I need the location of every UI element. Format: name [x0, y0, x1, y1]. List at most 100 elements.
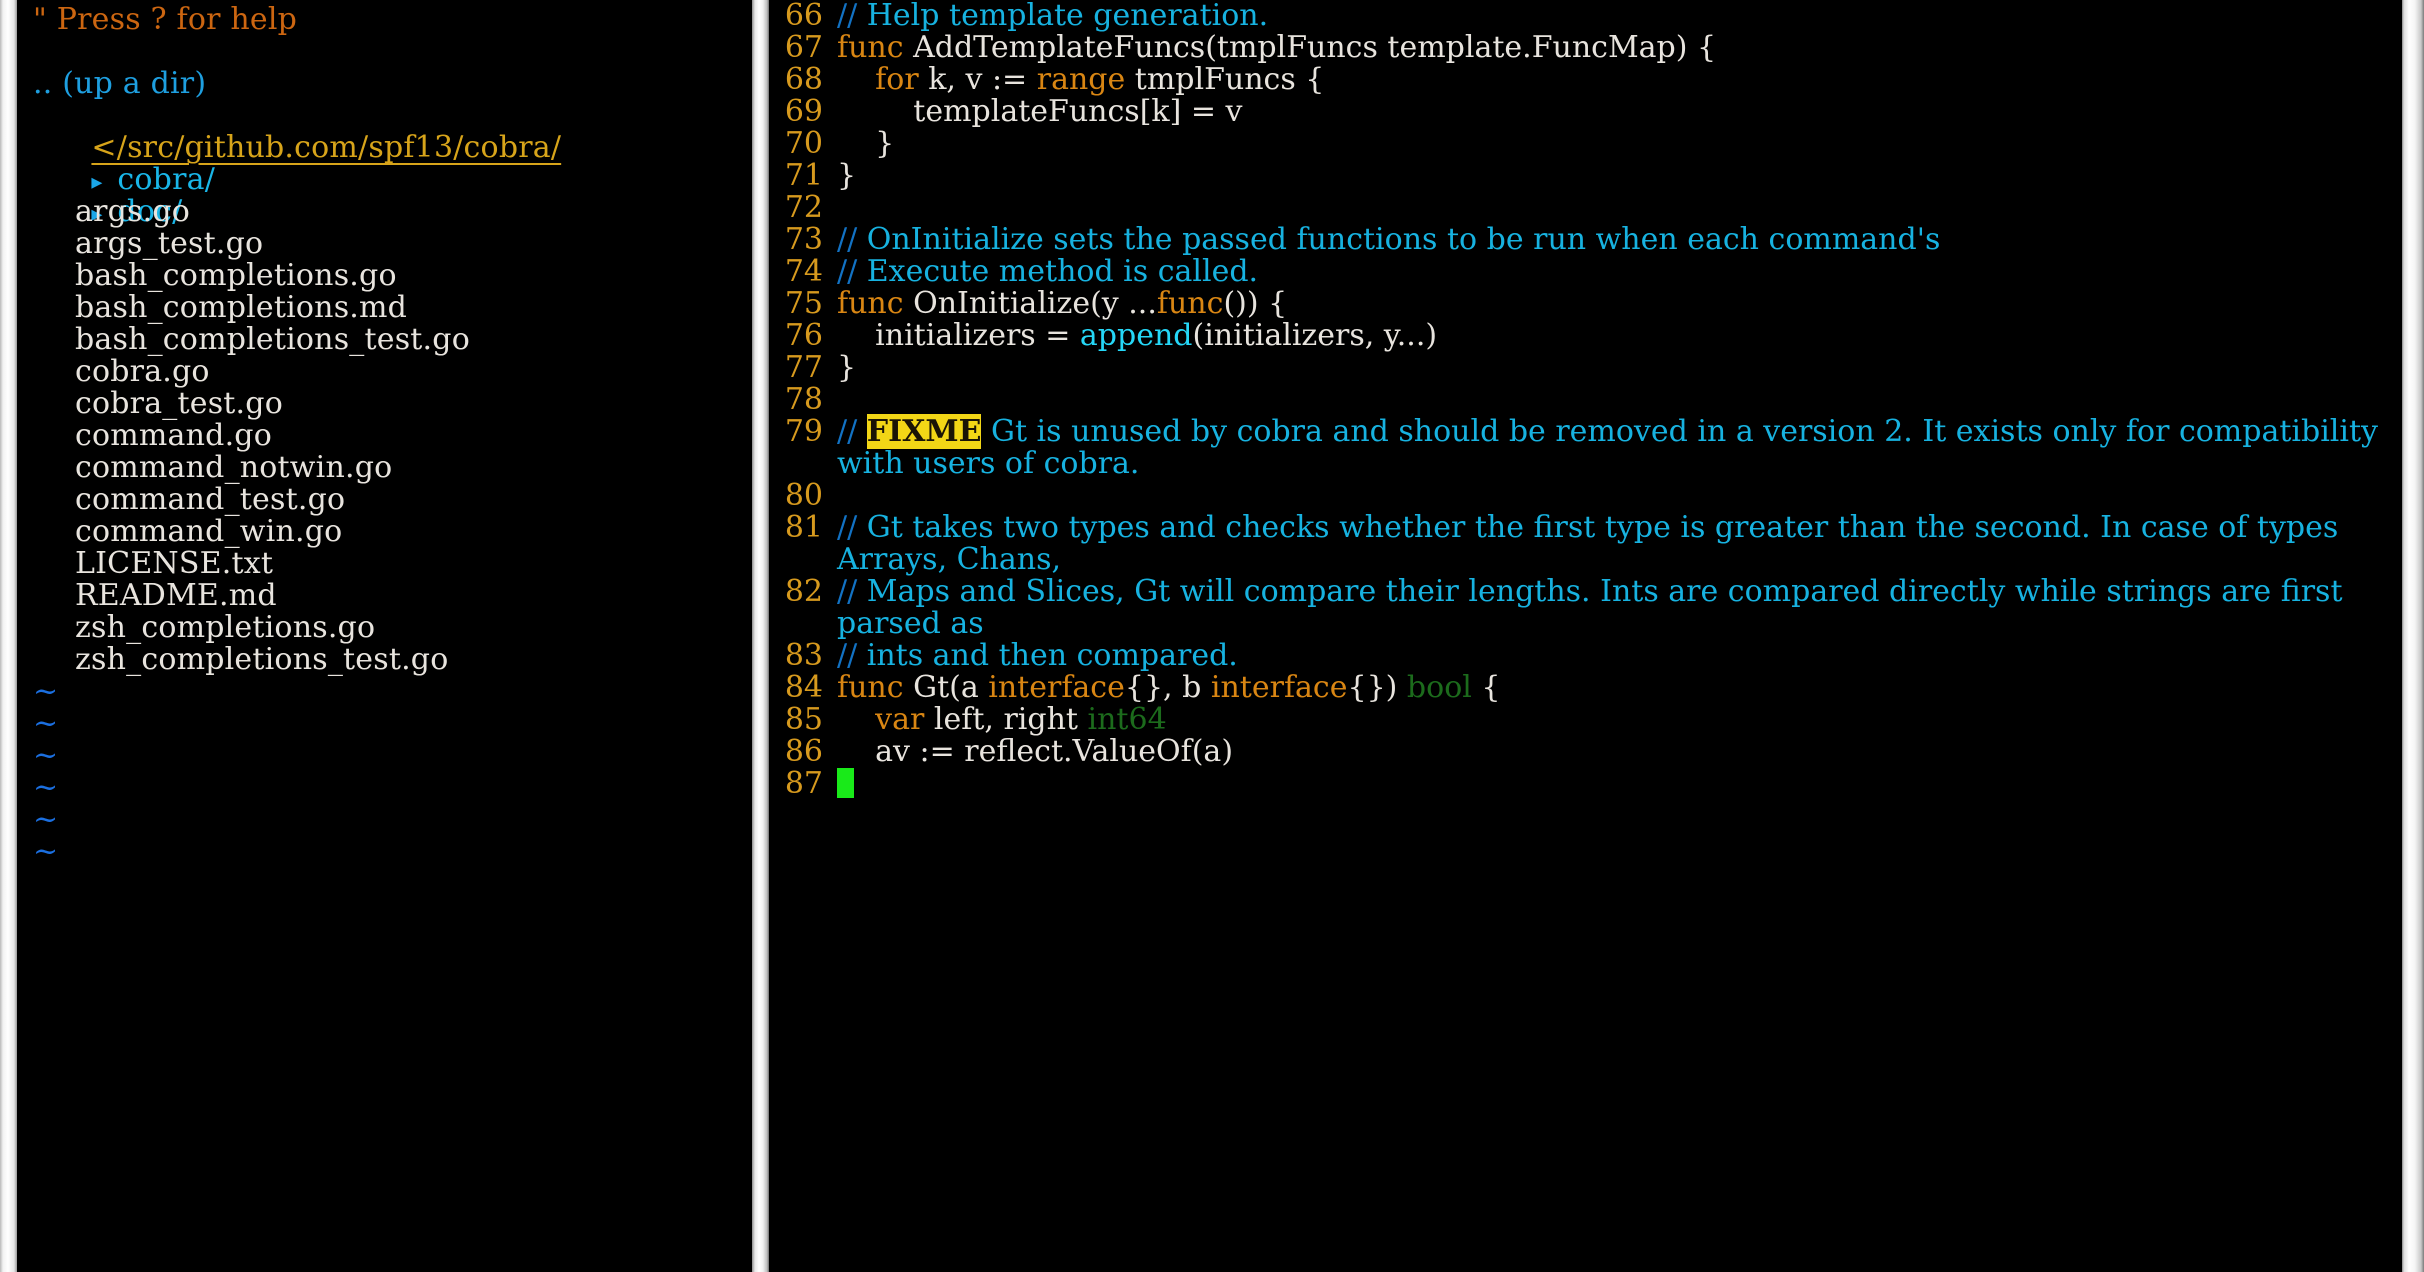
nerdtree-file-item[interactable]: command_notwin.go — [17, 452, 752, 484]
line-content: // Gt takes two types and checks whether… — [837, 512, 2424, 576]
code-line[interactable]: 72 — [769, 192, 2424, 224]
code-token: int64 — [1087, 702, 1167, 737]
line-content — [837, 768, 2424, 800]
nerdtree-file-item[interactable]: cobra.go — [17, 356, 752, 388]
nerdtree-pane[interactable]: " Press ? for help .. (up a dir) </src/g… — [17, 0, 752, 1272]
code-line[interactable]: 78 — [769, 384, 2424, 416]
line-content: templateFuncs[k] = v — [837, 96, 2424, 128]
code-line[interactable]: 77} — [769, 352, 2424, 384]
code-line[interactable]: 68 for k, v := range tmplFuncs { — [769, 64, 2424, 96]
line-content: func OnInitialize(y ...func()) { — [837, 288, 2424, 320]
code-line[interactable]: 67 func AddTemplateFuncs(tmplFuncs templa… — [769, 32, 2424, 64]
nerdtree-file-item[interactable]: bash_completions_test.go — [17, 324, 752, 356]
code-line[interactable]: 84 func Gt(a interface{}, b interface{}) … — [769, 672, 2424, 704]
line-content: } — [837, 160, 2424, 192]
nerdtree-file-item[interactable]: command.go — [17, 420, 752, 452]
line-number: 68 — [784, 62, 823, 97]
nerdtree-file-item[interactable]: args_test.go — [17, 228, 752, 260]
code-line[interactable]: 81 // Gt takes two types and checks wheth… — [769, 512, 2424, 576]
line-number: 77 — [784, 350, 823, 385]
code-token: Maps and Slices, Gt will compare their l… — [837, 574, 2353, 641]
line-number: 73 — [784, 222, 823, 257]
line-number: 75 — [784, 286, 823, 321]
code-line[interactable]: 74 // Execute method is called. — [769, 256, 2424, 288]
code-token: (initializers, y...) — [1192, 318, 1438, 353]
code-line[interactable]: 82 // Maps and Slices, Gt will compare th… — [769, 576, 2424, 640]
line-number: 66 — [784, 0, 823, 33]
nerdtree-file-item[interactable]: LICENSE.txt — [17, 548, 752, 580]
code-token: Gt(a — [903, 670, 989, 705]
code-token: OnInitialize(y ... — [903, 286, 1157, 321]
left-scrollbar[interactable] — [0, 0, 17, 1272]
empty-line-marker: ~ — [33, 674, 59, 709]
vim-window: " Press ? for help .. (up a dir) </src/g… — [0, 0, 2424, 1272]
code-token: { — [1471, 670, 1501, 705]
code-token: func — [837, 30, 904, 65]
line-number: 71 — [784, 158, 823, 193]
nerdtree-root-path-row[interactable]: </src/github.com/spf13/cobra/ — [17, 100, 752, 164]
code-token: var — [875, 702, 925, 737]
code-line[interactable]: 71} — [769, 160, 2424, 192]
code-line[interactable]: 69 templateFuncs[k] = v — [769, 96, 2424, 128]
right-scrollbar[interactable] — [2402, 0, 2424, 1272]
code-token: func — [1156, 286, 1224, 321]
line-number: 67 — [784, 30, 823, 65]
code-line[interactable]: 86 av := reflect.ValueOf(a) — [769, 736, 2424, 768]
line-number: 80 — [784, 478, 823, 513]
code-token: func — [837, 670, 904, 705]
nerdtree-up-dir[interactable]: .. (up a dir) — [17, 68, 752, 100]
code-line[interactable]: 66 // Help template generation. — [769, 0, 2424, 32]
code-token: interface — [1210, 670, 1348, 705]
code-line[interactable]: 80 — [769, 480, 2424, 512]
empty-line-marker: ~ — [33, 770, 59, 805]
code-line[interactable]: 85 var left, right int64 — [769, 704, 2424, 736]
code-line[interactable]: 83 // ints and then compared. — [769, 640, 2424, 672]
code-line[interactable]: 79 // FIXME Gt is unused by cobra and sho… — [769, 414, 2424, 480]
line-content: func AddTemplateFuncs(tmplFuncs template… — [837, 32, 2424, 64]
line-content: // Help template generation. — [837, 0, 2424, 32]
line-number: 84 — [784, 670, 823, 705]
code-token: range — [1036, 62, 1126, 97]
nerdtree-file-item[interactable]: command_win.go — [17, 516, 752, 548]
code-token: } — [837, 126, 895, 161]
line-number: 70 — [784, 126, 823, 161]
line-number: 76 — [784, 318, 823, 353]
code-editor-pane[interactable]: 66 // Help template generation. 67 func Add… — [769, 0, 2424, 1272]
line-content: for k, v := range tmplFuncs { — [837, 64, 2424, 96]
line-number: 79 — [784, 414, 823, 449]
line-content: initializers = append(initializers, y...… — [837, 320, 2424, 352]
code-line[interactable]: 76 initializers = append(initializers, y… — [769, 320, 2424, 352]
code-token: // — [837, 638, 867, 673]
line-content: // Maps and Slices, Gt will compare thei… — [837, 576, 2424, 640]
code-line[interactable]: 87 — [769, 768, 2424, 800]
code-token: left, right — [924, 702, 1088, 737]
empty-line-marker: ~ — [33, 706, 59, 741]
code-token: // — [837, 510, 867, 545]
code-token: AddTemplateFuncs(tmplFuncs template.Func… — [903, 30, 1717, 65]
code-token: // — [837, 0, 867, 33]
nerdtree-file-item[interactable]: cobra_test.go — [17, 388, 752, 420]
empty-line-marker: ~ — [33, 802, 59, 837]
code-token: bool — [1406, 670, 1472, 705]
line-content: func Gt(a interface{}, b interface{}) bo… — [837, 672, 2424, 704]
code-line[interactable]: 70 } — [769, 128, 2424, 160]
code-line[interactable]: 73 // OnInitialize sets the passed functi… — [769, 224, 2424, 256]
line-number: 85 — [784, 702, 823, 737]
nerdtree-file-item[interactable]: zsh_completions.go — [17, 612, 752, 644]
nerdtree-file-item[interactable]: README.md — [17, 580, 752, 612]
code-token: {}, b — [1124, 670, 1211, 705]
nerdtree-file-item[interactable]: bash_completions.md — [17, 292, 752, 324]
code-line[interactable]: 75 func OnInitialize(y ...func()) { — [769, 288, 2424, 320]
line-content: var left, right int64 — [837, 704, 2424, 736]
nerdtree-file-item[interactable]: args.go — [17, 196, 752, 228]
vertical-split-divider[interactable] — [752, 0, 769, 1272]
line-content: // ints and then compared. — [837, 640, 2424, 672]
line-number: 69 — [784, 94, 823, 129]
nerdtree-file-item[interactable]: command_test.go — [17, 484, 752, 516]
nerdtree-file-item[interactable]: zsh_completions_test.go — [17, 644, 752, 676]
code-token: // — [837, 414, 867, 449]
line-number: 82 — [784, 574, 823, 609]
line-content: av := reflect.ValueOf(a) — [837, 736, 2424, 768]
nerdtree-file-item[interactable]: bash_completions.go — [17, 260, 752, 292]
